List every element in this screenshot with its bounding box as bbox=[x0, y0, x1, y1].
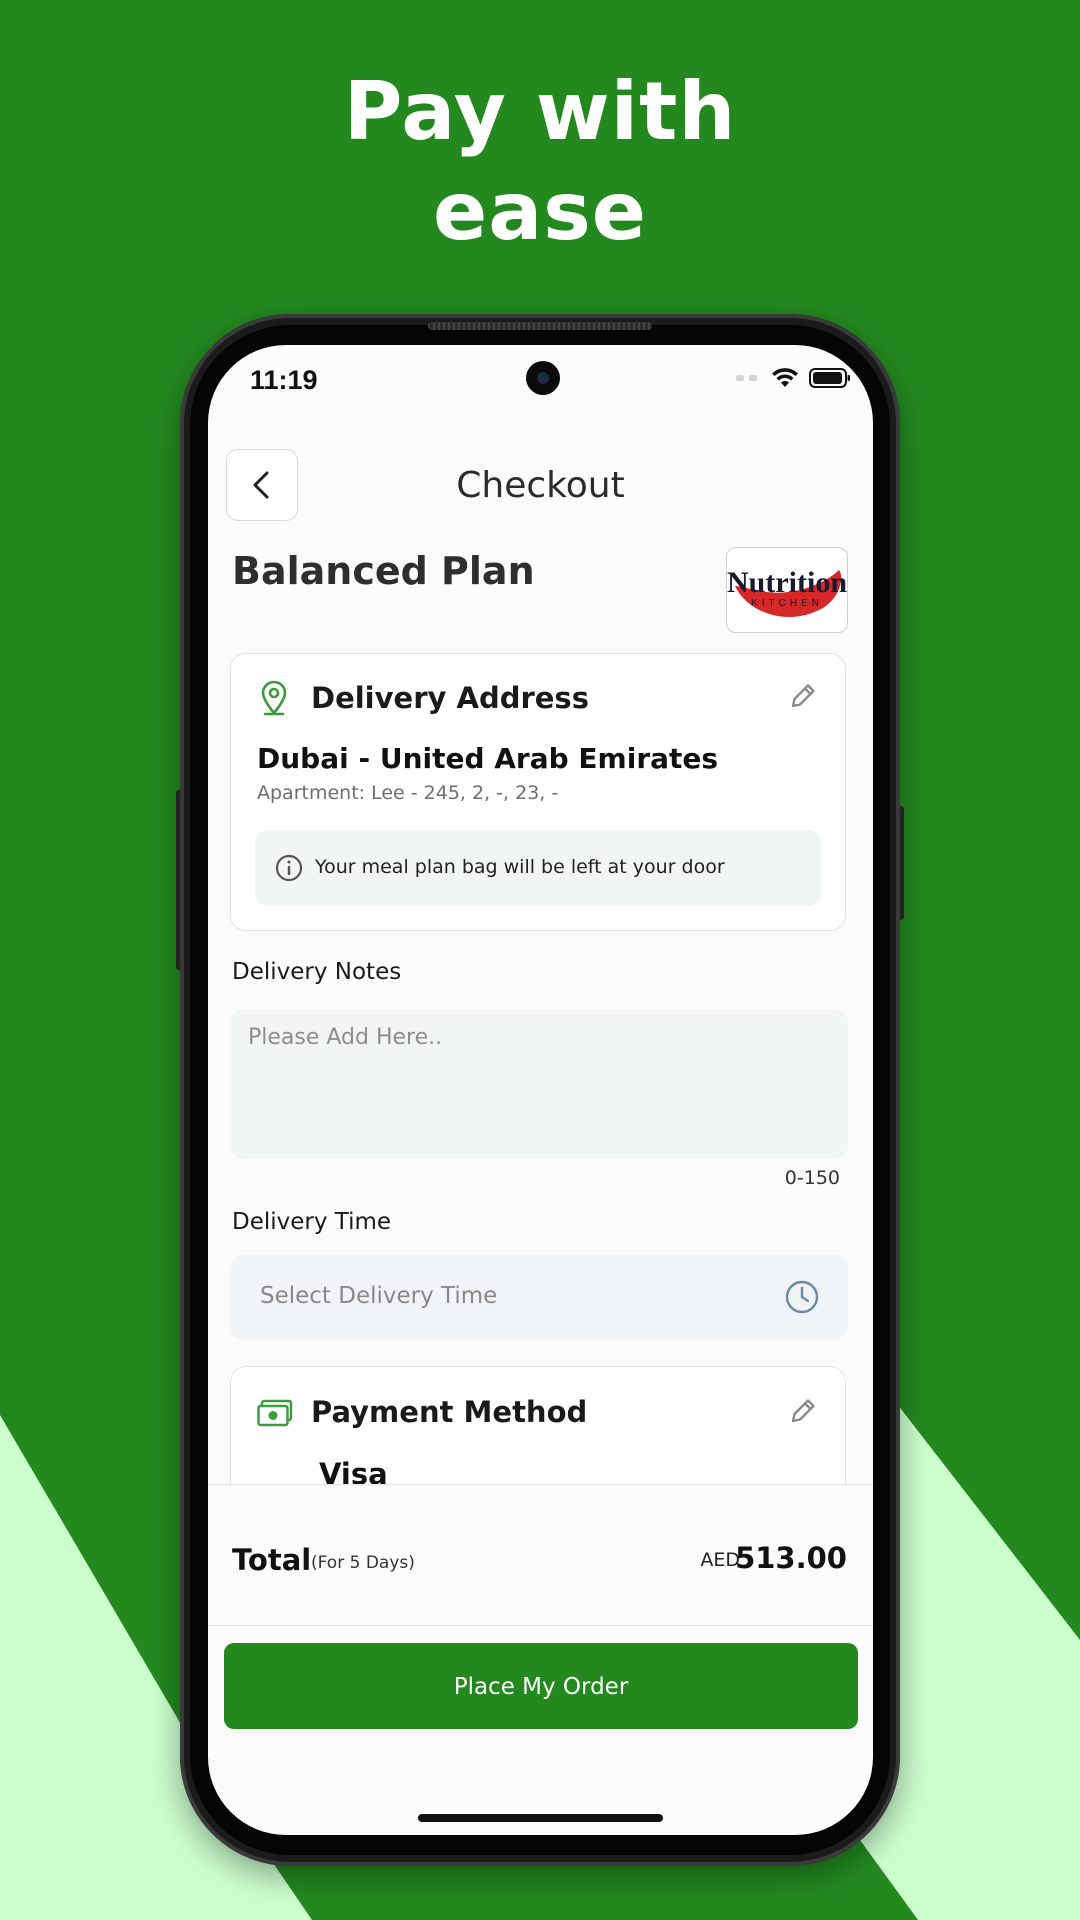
location-pin-icon bbox=[261, 680, 287, 716]
total-amount: 513.00 bbox=[735, 1541, 847, 1575]
status-icons bbox=[736, 367, 851, 389]
headline-line-1: Pay with bbox=[343, 65, 737, 158]
page-title: Checkout bbox=[456, 465, 625, 506]
delivery-info-box: Your meal plan bag will be left at your … bbox=[255, 830, 821, 906]
edit-payment-icon[interactable] bbox=[787, 1395, 819, 1427]
delivery-address-card: Delivery Address Dubai - United Arab Emi… bbox=[230, 653, 846, 931]
total-days-note: (For 5 Days) bbox=[311, 1553, 415, 1573]
total-label: Total bbox=[232, 1543, 312, 1577]
delivery-time-placeholder: Select Delivery Time bbox=[260, 1283, 498, 1309]
battery-icon bbox=[809, 368, 850, 388]
delivery-time-label: Delivery Time bbox=[232, 1209, 392, 1235]
delivery-notes-input[interactable] bbox=[230, 1009, 848, 1159]
address-detail: Apartment: Lee - 245, 2, -, 23, - bbox=[257, 782, 559, 804]
delivery-info-text: Your meal plan bag will be left at your … bbox=[315, 856, 725, 878]
wifi-icon bbox=[772, 368, 798, 387]
phone-speaker bbox=[428, 322, 652, 330]
signal-icon bbox=[736, 375, 757, 381]
status-time: 11:19 bbox=[250, 365, 318, 395]
promo-headline: Pay with ease bbox=[0, 62, 1080, 262]
delivery-notes-label: Delivery Notes bbox=[232, 959, 402, 985]
place-order-button[interactable]: Place My Order bbox=[224, 1643, 858, 1729]
delivery-address-title: Delivery Address bbox=[311, 681, 589, 715]
info-icon bbox=[275, 854, 303, 882]
front-camera bbox=[526, 361, 560, 395]
plan-title: Balanced Plan bbox=[232, 549, 535, 593]
logo-text-main: Nutrition bbox=[727, 566, 847, 599]
edit-address-icon[interactable] bbox=[787, 680, 819, 712]
home-indicator[interactable] bbox=[418, 1814, 663, 1822]
total-currency: AED bbox=[700, 1549, 740, 1571]
restaurant-logo: Nutrition KITCHEN bbox=[726, 547, 848, 633]
money-icon bbox=[257, 1399, 293, 1427]
phone-screen: 11:19 Checkout Balanced Plan Nutrition K… bbox=[208, 345, 873, 1835]
logo-text-sub: KITCHEN bbox=[751, 598, 823, 609]
headline-line-2: ease bbox=[432, 165, 648, 258]
delivery-time-select[interactable]: Select Delivery Time bbox=[230, 1255, 848, 1339]
payment-method-title: Payment Method bbox=[311, 1395, 588, 1429]
total-bar: Total (For 5 Days) AED 513.00 bbox=[208, 1484, 873, 1626]
notes-char-counter: 0-150 bbox=[784, 1167, 840, 1189]
address-line: Dubai - United Arab Emirates bbox=[257, 742, 719, 775]
clock-icon bbox=[785, 1280, 819, 1314]
